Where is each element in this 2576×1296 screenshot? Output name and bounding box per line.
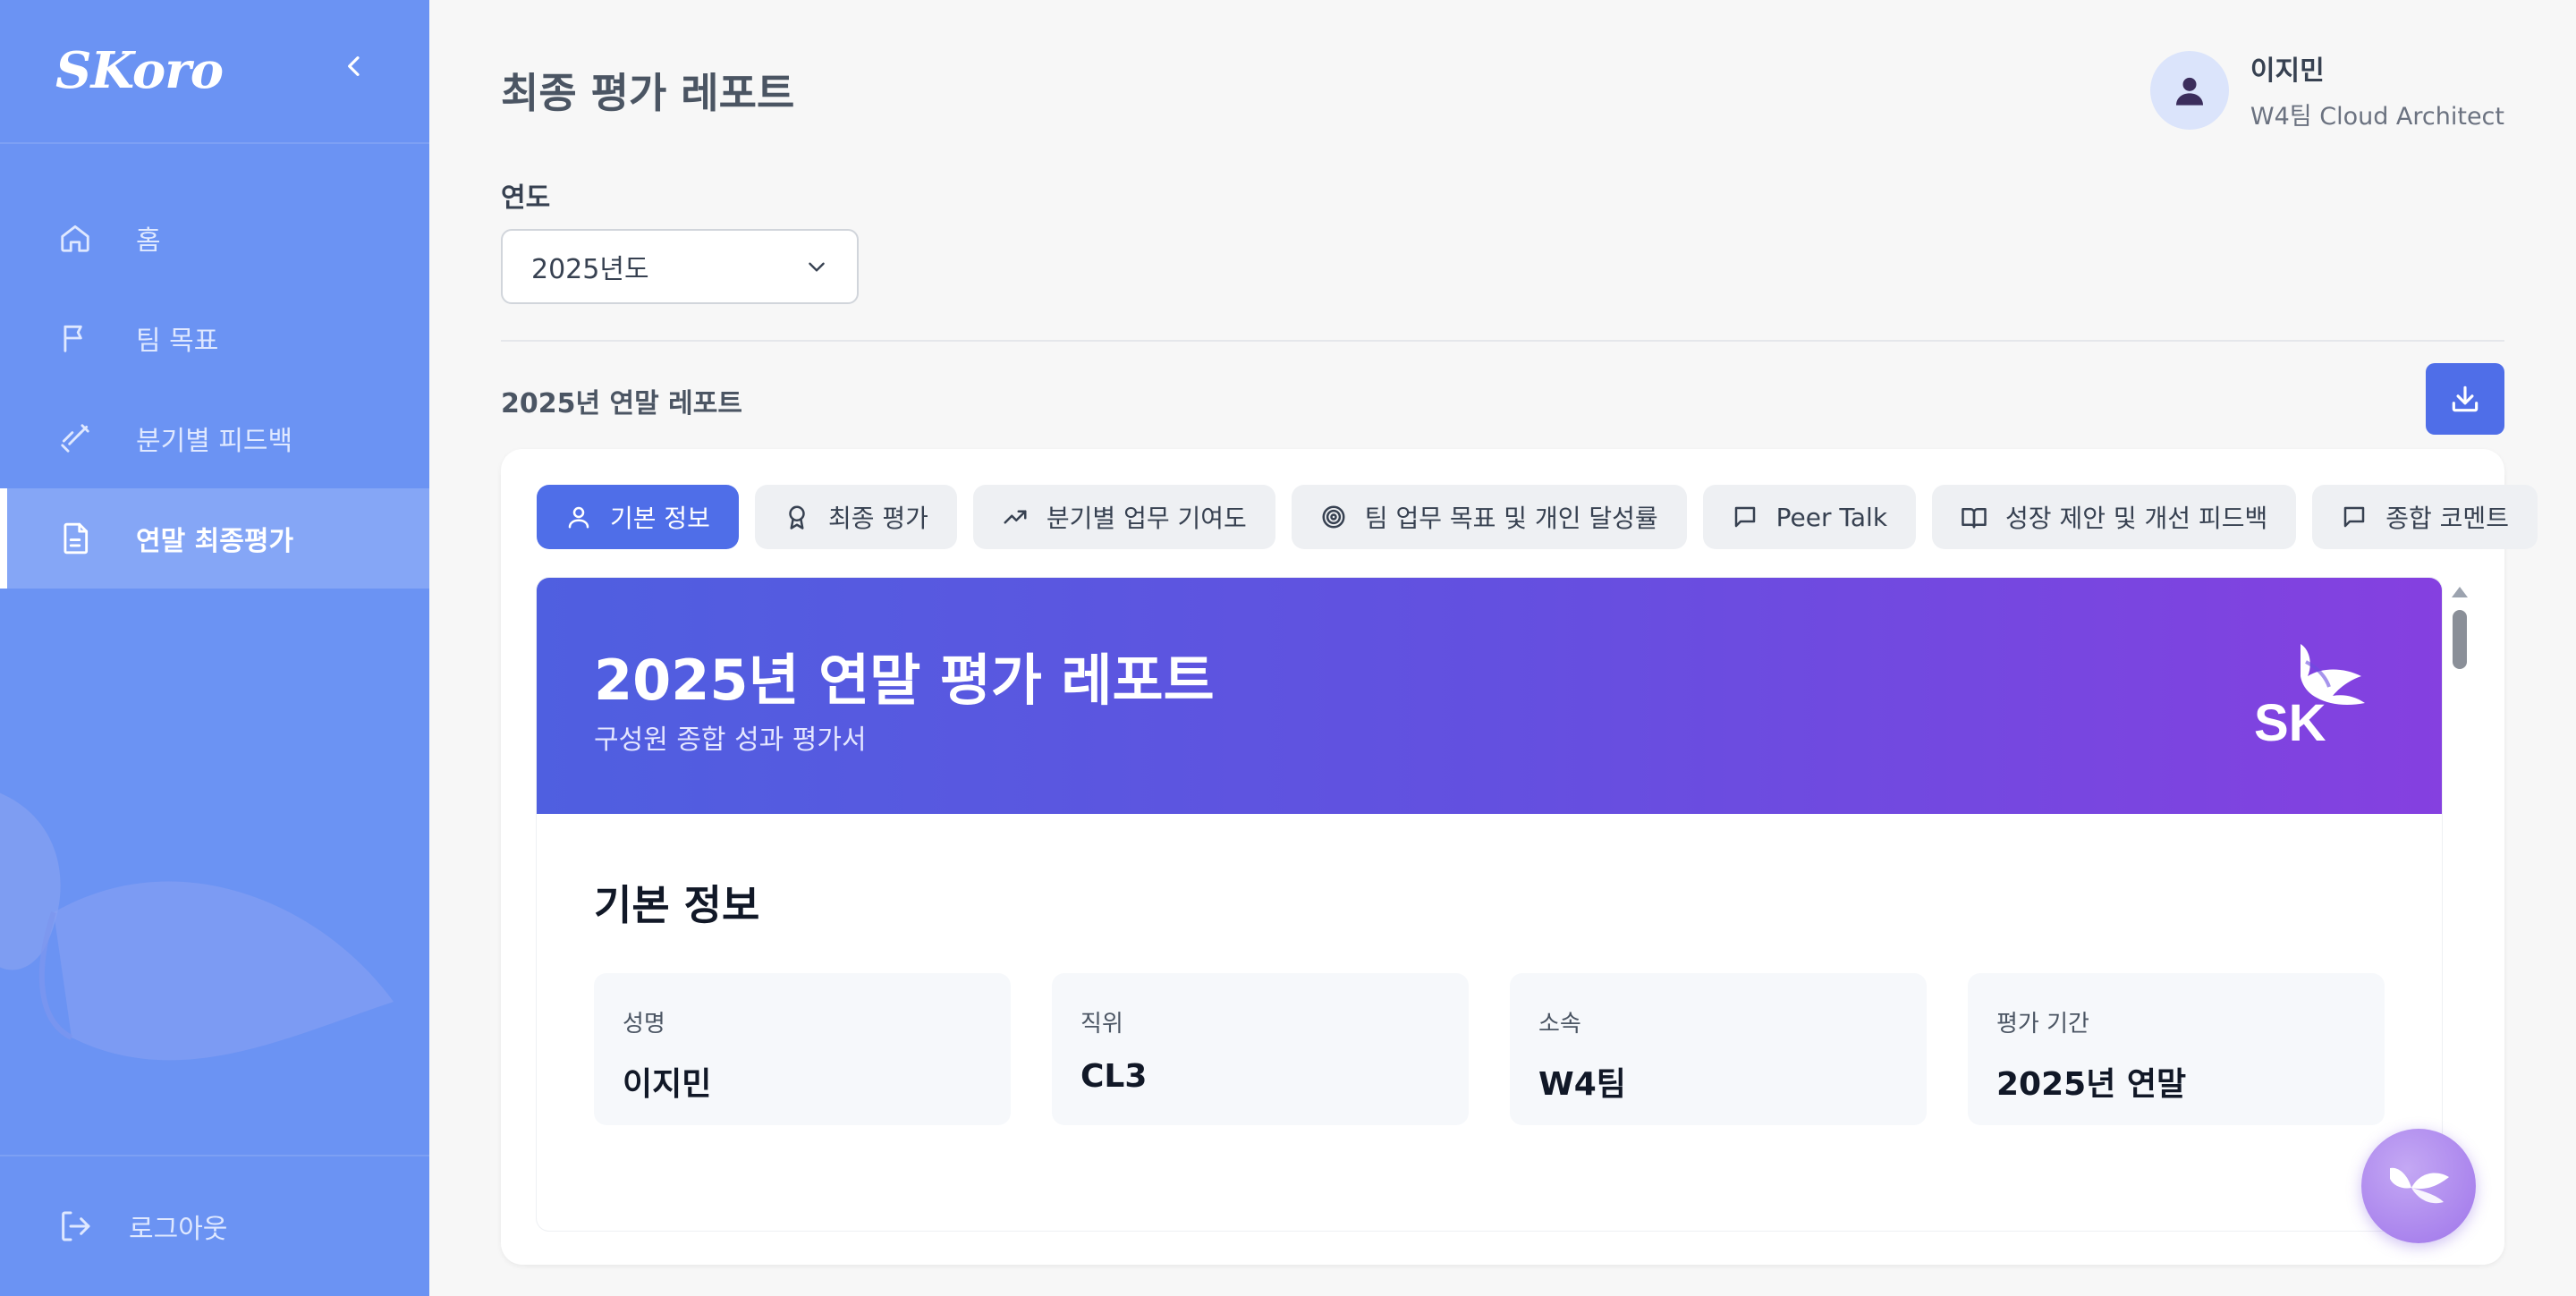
tab-quarterly-contribution[interactable]: 분기별 업무 기여도 (972, 485, 1275, 549)
sidebar-item-team-goals[interactable]: 팀 목표 (0, 288, 429, 388)
chevron-down-icon (809, 262, 825, 272)
report-tabs: 기본 정보 최종 평가 분기별 업무 기여도 팀 업무 목표 및 개인 달성률 … (537, 485, 2554, 549)
sidebar: SKoro 홈 팀 목표 분기별 피드백 연말 최종평가 로그아웃 (0, 0, 429, 1296)
user-profile[interactable]: 이지민 W4팀 Cloud Architect (2149, 48, 2504, 131)
user-silhouette-icon (2175, 77, 2203, 106)
tab-basic-info[interactable]: 기본 정보 (537, 485, 739, 549)
info-card-position: 직위 CL3 (1052, 973, 1469, 1125)
book-open-icon (1961, 503, 1989, 531)
trending-up-icon (1002, 503, 1030, 531)
target-icon (1320, 503, 1349, 531)
sidebar-item-label: 팀 목표 (136, 326, 219, 357)
sidebar-nav: 홈 팀 목표 분기별 피드백 연말 최종평가 (0, 188, 429, 589)
sidebar-item-home[interactable]: 홈 (0, 188, 429, 288)
info-label: 소속 (1538, 1011, 1581, 1038)
report-body: 2025년 연말 평가 레포트 구성원 종합 성과 평가서 SK 기본 정보 성… (537, 578, 2442, 1231)
tab-label: Peer Talk (1775, 502, 1888, 532)
info-value: 2025년 연말 (1996, 1066, 2187, 1103)
dumbbell-icon (57, 420, 93, 456)
tab-label: 분기별 업무 기여도 (1046, 504, 1247, 533)
sidebar-item-label: 홈 (136, 225, 161, 257)
scroll-thumb[interactable] (2453, 610, 2467, 669)
tab-growth-feedback[interactable]: 성장 제안 및 개선 피드백 (1932, 485, 2297, 549)
year-select[interactable]: 2025년도 (501, 229, 859, 304)
basic-info-grid: 성명 이지민 직위 CL3 소속 W4팀 평가 기간 2025년 연말 (594, 973, 2385, 1125)
butterfly-watermark (0, 792, 394, 1061)
sk-logo-text: SK (2254, 694, 2326, 748)
logout-label: 로그아웃 (129, 1214, 228, 1245)
tab-label: 팀 업무 목표 및 개인 달성률 (1364, 504, 1658, 533)
sidebar-item-label: 분기별 피드백 (136, 426, 293, 457)
flag-icon (57, 320, 93, 356)
butterfly-icon (2390, 1167, 2449, 1204)
year-select-value: 2025년도 (531, 254, 649, 285)
tab-overall-comment[interactable]: 종합 코멘트 (2312, 485, 2538, 549)
tab-final-evaluation[interactable]: 최종 평가 (754, 485, 957, 549)
info-value: CL3 (1080, 1058, 1148, 1095)
info-value: W4팀 (1538, 1066, 1626, 1103)
tab-label: 기본 정보 (610, 504, 710, 533)
info-label: 성명 (623, 1011, 665, 1038)
document-icon (57, 521, 93, 556)
page-title: 최종 평가 레포트 (501, 69, 795, 117)
tab-label: 성장 제안 및 개선 피드백 (2005, 504, 2268, 533)
user-name: 이지민 (2250, 55, 2325, 87)
logout-icon (62, 1211, 90, 1241)
tab-team-goals-achievement[interactable]: 팀 업무 목표 및 개인 달성률 (1291, 485, 1687, 549)
logout-button[interactable]: 로그아웃 (0, 1155, 429, 1296)
tab-label: 최종 평가 (827, 504, 928, 533)
user-icon (565, 503, 594, 531)
divider (501, 340, 2504, 342)
tab-label: 종합 코멘트 (2385, 504, 2509, 533)
tab-peer-talk[interactable]: Peer Talk (1702, 485, 1917, 549)
download-icon (2452, 385, 2479, 412)
banner-title: 2025년 연말 평가 레포트 (594, 648, 1215, 713)
sidebar-item-quarterly-feedback[interactable]: 분기별 피드백 (0, 388, 429, 488)
report-banner: 2025년 연말 평가 레포트 구성원 종합 성과 평가서 SK (537, 578, 2442, 814)
sidebar-item-label: 연말 최종평가 (136, 526, 294, 557)
info-label: 평가 기간 (1996, 1011, 2089, 1038)
info-label: 직위 (1080, 1011, 1123, 1038)
download-button[interactable] (2426, 363, 2504, 435)
scroll-up-arrow[interactable] (2452, 587, 2468, 597)
chatbot-button[interactable] (2361, 1129, 2476, 1243)
app-logo[interactable]: SKoro (55, 41, 224, 100)
info-card-name: 성명 이지민 (594, 973, 1011, 1125)
avatar (2149, 50, 2229, 130)
year-label: 연도 (501, 182, 551, 214)
section-title: 기본 정보 (594, 881, 760, 929)
message-icon (2341, 503, 2369, 531)
main-content: 최종 평가 레포트 이지민 W4팀 Cloud Architect 연도 202… (429, 0, 2576, 1296)
message-icon (1732, 503, 1760, 531)
info-value: 이지민 (623, 1066, 712, 1103)
info-card-team: 소속 W4팀 (1510, 973, 1927, 1125)
chevron-left-icon[interactable] (340, 52, 369, 80)
sk-logo-icon: SK (2254, 644, 2365, 748)
report-card: 기본 정보 최종 평가 분기별 업무 기여도 팀 업무 목표 및 개인 달성률 … (501, 449, 2538, 1265)
home-icon (57, 220, 93, 256)
award-icon (784, 503, 812, 531)
report-label: 2025년 연말 레포트 (501, 388, 742, 419)
report-scrollbar[interactable] (2451, 581, 2469, 1234)
sidebar-item-annual-evaluation[interactable]: 연말 최종평가 (0, 488, 429, 589)
user-role: W4팀 Cloud Architect (2250, 103, 2504, 131)
sidebar-header: SKoro (0, 0, 429, 144)
info-card-period: 평가 기간 2025년 연말 (1968, 973, 2385, 1125)
banner-subtitle: 구성원 종합 성과 평가서 (594, 724, 867, 756)
